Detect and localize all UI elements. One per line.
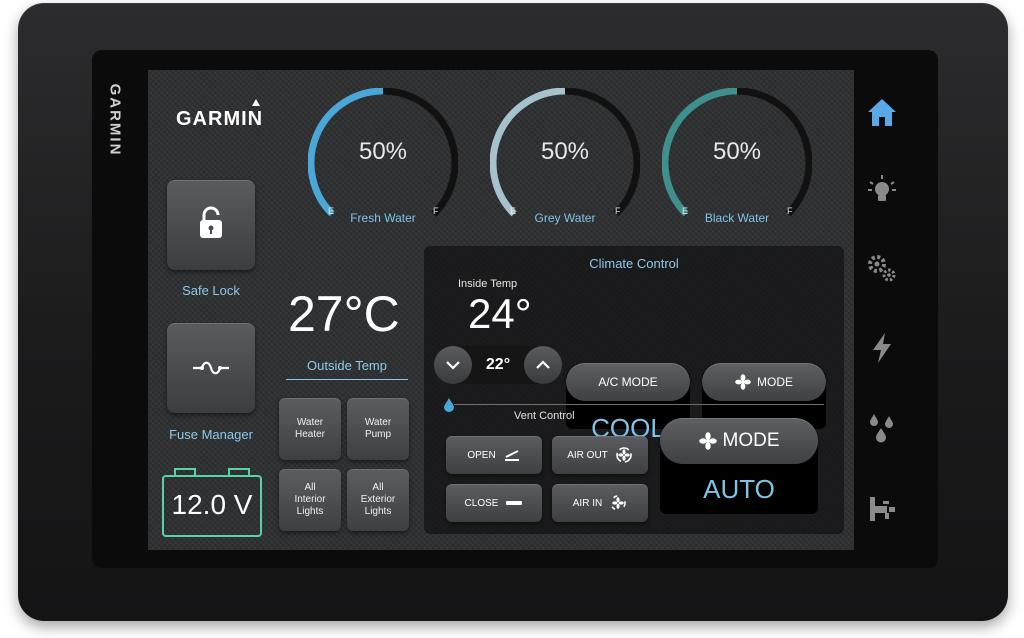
bezel-brand-text: GARMIN (106, 83, 124, 156)
grey-water-percent: 50% (540, 138, 590, 165)
nav-plumbing[interactable] (862, 488, 902, 528)
vent-open-label: OPEN (467, 449, 496, 461)
setpoint-control: 22° (434, 346, 562, 384)
setpoint-value: 22° (485, 356, 511, 373)
water-drop-icon (444, 398, 454, 412)
vent-mode-value: AUTO (703, 474, 775, 504)
fuse-manager-label: Fuse Manager (169, 427, 253, 442)
water-heater-button[interactable]: Water Heater (279, 398, 341, 460)
nav-lighting[interactable] (862, 170, 902, 210)
outside-temperature-label: Outside Temp (286, 358, 408, 380)
battery-indicator: 12.0 V (162, 468, 262, 537)
black-water-label: Black Water (704, 211, 770, 225)
vent-close-icon (506, 501, 523, 505)
chevron-down-icon (446, 361, 460, 370)
vent-close-label: CLOSE (464, 497, 499, 509)
air-out-icon (615, 447, 632, 463)
nav-home[interactable] (862, 92, 902, 132)
air-in-button[interactable]: AIR IN (552, 484, 648, 522)
fresh-water-label: Fresh Water (350, 211, 416, 225)
fresh-water-gauge: 50% E F Fresh Water (308, 88, 458, 238)
vent-open-button[interactable]: OPEN (446, 436, 542, 474)
padlock-icon (200, 206, 222, 238)
vent-mode-button[interactable]: MODE (660, 418, 818, 464)
garmin-logo: GARMIN (176, 99, 264, 131)
gears-icon (868, 255, 896, 282)
battery-terminal-right (228, 468, 250, 477)
temp-up-button[interactable] (524, 346, 562, 384)
vent-mode-label: MODE (722, 430, 780, 451)
black-water-percent: 50% (712, 138, 762, 165)
air-out-button[interactable]: AIR OUT (552, 436, 648, 474)
climate-control-panel: Climate Control Inside Temp 24° 22° A/C … (424, 246, 844, 534)
climate-control-title: Climate Control (589, 256, 679, 271)
water-drops-icon (870, 414, 893, 443)
ac-mode-label: A/C MODE (598, 375, 658, 389)
fuse-manager-button[interactable] (167, 323, 255, 413)
air-in-icon (610, 495, 627, 511)
exterior-lights-button[interactable]: All Exterior Lights (347, 469, 409, 531)
light-bulb-icon (868, 175, 896, 201)
fan-icon (698, 432, 717, 450)
water-pump-button[interactable]: Water Pump (347, 398, 409, 460)
nav-power[interactable] (862, 328, 902, 368)
logo-text: GARMIN (176, 108, 264, 130)
nav-tanks[interactable] (862, 408, 902, 448)
bezel-brand: GARMIN (104, 72, 126, 167)
home-icon (868, 99, 896, 126)
fuse-icon (193, 361, 229, 375)
touch-screen: GARMIN 50% E F Fresh Water 50% E F Grey … (148, 70, 854, 550)
inside-temperature: 24° (468, 290, 532, 337)
fan-mode-label: MODE (757, 375, 793, 389)
black-water-gauge: 50% E F Black Water (662, 88, 812, 238)
interior-lights-button[interactable]: All Interior Lights (279, 469, 341, 531)
safe-lock-label: Safe Lock (182, 283, 240, 298)
valve-icon (870, 497, 895, 521)
safe-lock-button[interactable] (167, 180, 255, 270)
vent-divider (454, 404, 824, 405)
battery-voltage: 12.0 V (171, 489, 253, 520)
vent-control-label: Vent Control (514, 410, 575, 422)
chevron-up-icon (536, 360, 550, 369)
inside-temp-label: Inside Temp (458, 278, 518, 290)
grey-water-gauge: 50% E F Grey Water (490, 88, 640, 238)
air-out-label: AIR OUT (567, 449, 608, 461)
fresh-water-percent: 50% (358, 138, 408, 165)
fan-mode-button[interactable]: MODE (702, 363, 826, 401)
nav-settings[interactable] (862, 248, 902, 288)
lightning-icon (873, 333, 891, 363)
grey-water-label: Grey Water (534, 211, 596, 225)
battery-terminal-left (174, 468, 196, 477)
air-in-label: AIR IN (572, 497, 603, 509)
vent-close-button[interactable]: CLOSE (446, 484, 542, 522)
ac-mode-button[interactable]: A/C MODE (566, 363, 690, 401)
temp-down-button[interactable] (434, 346, 472, 384)
vent-open-icon (504, 450, 519, 461)
fan-icon (735, 374, 751, 390)
outside-temperature: 27°C (288, 286, 400, 342)
